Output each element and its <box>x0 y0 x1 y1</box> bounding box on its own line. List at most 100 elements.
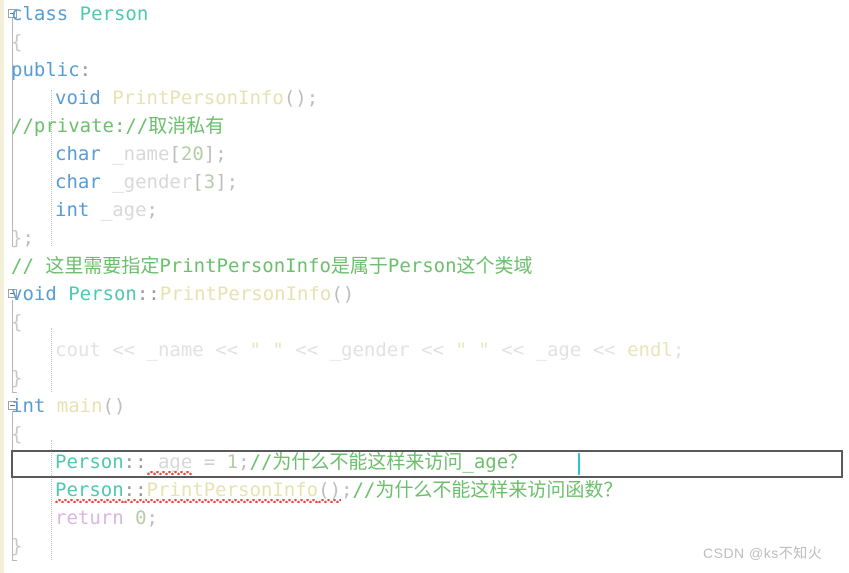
code-token: Person <box>55 476 124 504</box>
code-line[interactable]: void Person::PrintPersonInfo() <box>0 280 849 308</box>
code-token: :: <box>123 451 147 473</box>
code-token: //为什么不能这样来访问_age？ <box>249 451 528 473</box>
code-token: } <box>11 227 23 249</box>
code-line[interactable]: { <box>0 308 849 336</box>
code-token: ; <box>341 479 353 501</box>
code-token: _age <box>535 339 582 361</box>
code-token: () <box>331 283 355 305</box>
code-token: ; <box>22 227 34 249</box>
code-line[interactable]: int _age; <box>0 196 849 224</box>
code-token: ; <box>238 451 250 473</box>
code-line-text: int main() <box>11 392 125 420</box>
code-line-text: { <box>11 28 22 56</box>
code-line[interactable]: char _name[20]; <box>0 140 849 168</box>
code-line-text: Person::PrintPersonInfo();//为什么不能这样来访问函数… <box>55 476 622 504</box>
code-token: :: <box>136 283 160 305</box>
code-token: () <box>283 87 307 109</box>
code-line-text: }; <box>11 224 34 252</box>
code-token: 0 <box>135 507 147 529</box>
code-token: ; <box>215 143 227 165</box>
code-line[interactable]: void PrintPersonInfo(); <box>0 84 849 112</box>
code-line[interactable]: { <box>0 420 849 448</box>
code-line[interactable]: char _gender[3]; <box>0 168 849 196</box>
code-token: " " <box>249 339 284 361</box>
code-line-text: char _gender[3]; <box>55 168 238 196</box>
code-token: _name <box>112 143 170 165</box>
code-token: = <box>192 451 227 473</box>
code-token: return <box>55 507 124 529</box>
code-line[interactable]: Person::_age = 1;//为什么不能这样来访问_age？ <box>0 448 849 476</box>
code-line[interactable]: int main() <box>0 392 849 420</box>
code-token: { <box>11 311 23 333</box>
code-token: } <box>11 535 23 557</box>
code-token: endl <box>627 339 673 361</box>
code-token: << <box>203 339 250 361</box>
code-token: () <box>102 395 126 417</box>
code-token: //为什么不能这样来访问函数？ <box>352 479 623 501</box>
code-line-text: cout << _name << " " << _gender << " " <… <box>55 336 684 364</box>
code-token: : <box>79 59 92 81</box>
code-token: _gender <box>329 339 410 361</box>
code-token: ] <box>203 143 216 165</box>
code-token: ; <box>146 507 158 529</box>
code-token: " " <box>455 339 490 361</box>
code-token: << <box>581 339 628 361</box>
code-token: [ <box>169 143 181 165</box>
code-token: char <box>55 171 101 193</box>
code-token: _gender <box>112 171 193 193</box>
code-token: // 这里需要指定PrintPersonInfo是属于Person这个类域 <box>11 255 533 277</box>
code-line[interactable]: Person::PrintPersonInfo();//为什么不能这样来访问函数… <box>0 476 849 504</box>
code-token: 20 <box>180 143 204 165</box>
code-token: PrintPersonInfo <box>146 476 318 504</box>
code-line[interactable]: cout << _name << " " << _gender << " " <… <box>0 336 849 364</box>
code-token: _name <box>146 339 204 361</box>
code-token: main <box>56 395 103 417</box>
code-line[interactable]: return 0; <box>0 504 849 532</box>
code-lines-container[interactable]: class Person{public: void PrintPersonInfo… <box>0 0 849 573</box>
code-token: Person <box>68 283 137 305</box>
code-line-text: int _age; <box>55 196 158 224</box>
code-token: _age <box>100 199 147 221</box>
code-line-text: public: <box>11 56 91 84</box>
code-line-text: class Person <box>11 0 148 28</box>
code-token: << <box>489 339 536 361</box>
code-token: void <box>55 87 101 109</box>
code-token: Person <box>79 3 149 25</box>
code-line-text: void Person::PrintPersonInfo() <box>11 280 354 308</box>
code-line[interactable]: }; <box>0 224 849 252</box>
code-token: } <box>11 367 23 389</box>
code-token: class <box>11 3 69 25</box>
code-line[interactable]: } <box>0 364 849 392</box>
code-token: PrintPersonInfo <box>112 87 284 109</box>
code-token: () <box>318 476 341 504</box>
code-line[interactable]: class Person <box>0 0 849 28</box>
code-line-text: } <box>11 532 22 560</box>
code-token: _age <box>146 448 192 476</box>
code-line[interactable]: //private://取消私有 <box>0 112 849 140</box>
code-line-text: } <box>11 364 22 392</box>
code-line-text: { <box>11 308 22 336</box>
code-token: cout <box>55 339 101 361</box>
code-line[interactable]: public: <box>0 56 849 84</box>
code-editor[interactable]: class Person{public: void PrintPersonInfo… <box>0 0 849 573</box>
code-token: int <box>11 395 46 417</box>
code-line[interactable]: // 这里需要指定PrintPersonInfo是属于Person这个类域 <box>0 252 849 280</box>
code-token: ; <box>672 339 685 361</box>
code-token: ; <box>226 171 239 193</box>
code-token: Person <box>55 451 124 473</box>
code-token: 3 <box>203 171 216 193</box>
code-token: PrintPersonInfo <box>159 283 332 305</box>
code-line-text: char _name[20]; <box>55 140 227 168</box>
code-token: void <box>11 283 57 305</box>
text-caret <box>578 453 580 475</box>
code-token: :: <box>123 476 147 504</box>
code-token: << <box>283 339 330 361</box>
code-line[interactable]: { <box>0 28 849 56</box>
code-token: char <box>55 143 101 165</box>
